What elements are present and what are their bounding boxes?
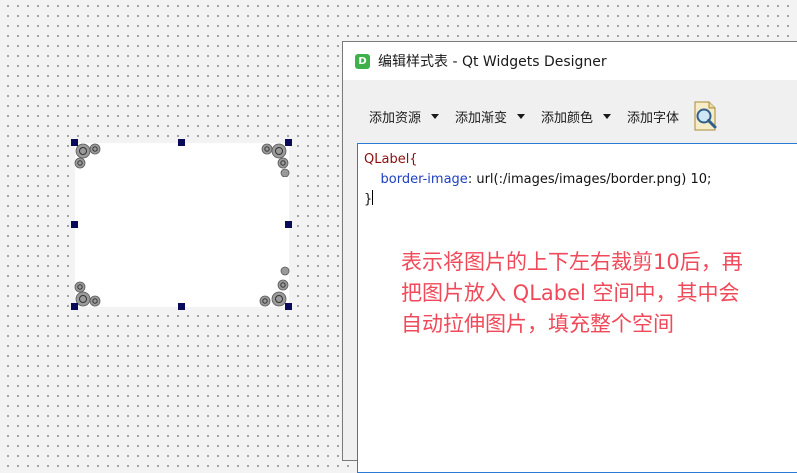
font-magnifier-icon[interactable] (689, 100, 721, 132)
add-gradient-label: 添加渐变 (455, 110, 508, 126)
annotation-line-2: 把图片放入 QLabel 空间中，其中会 (401, 281, 740, 305)
add-font-button[interactable]: 添加字体 (611, 101, 679, 131)
code-property: border-image (380, 172, 468, 187)
dialog-title: 编辑样式表 - Qt Widgets Designer (378, 54, 607, 70)
code-value: : url(:/images/images/border.png) 10; (467, 172, 712, 187)
chevron-down-icon[interactable] (431, 113, 440, 119)
designer-app-icon: D (355, 53, 370, 69)
annotation-line-1: 表示将图片的上下左右裁剪10后，再 (401, 250, 743, 274)
resize-handle-right[interactable] (285, 221, 292, 228)
add-resource-label: 添加资源 (369, 110, 422, 126)
add-resource-button[interactable]: 添加资源 (343, 101, 440, 131)
resize-handle-bottom-left[interactable] (71, 303, 78, 310)
add-color-button[interactable]: 添加颜色 (525, 101, 612, 131)
stylesheet-toolbar: 添加资源 添加渐变 添加颜色 添加字体 (343, 96, 797, 136)
text-cursor (372, 190, 374, 205)
dialog-titlebar[interactable]: D 编辑样式表 - Qt Widgets Designer (343, 42, 797, 80)
chevron-down-icon[interactable] (517, 113, 526, 119)
chevron-down-icon[interactable] (603, 113, 612, 119)
border-ornament-bottom-right (259, 266, 290, 307)
code-selector: QLabel{ (364, 152, 418, 167)
resize-handle-bottom[interactable] (178, 303, 185, 310)
resize-handle-top-right[interactable] (285, 139, 292, 146)
resize-handle-left[interactable] (71, 221, 78, 228)
annotation-note: 表示将图片的上下左右裁剪10后，再 把图片放入 QLabel 空间中，其中会 自… (401, 247, 796, 340)
add-color-label: 添加颜色 (541, 110, 594, 126)
add-gradient-button[interactable]: 添加渐变 (439, 101, 526, 131)
qlabel-preview[interactable] (74, 143, 290, 307)
resize-handle-top-left[interactable] (71, 139, 78, 146)
code-closing-brace: } (364, 192, 373, 207)
stylesheet-code: QLabel{ border-image: url(:/images/image… (364, 150, 711, 210)
add-font-label: 添加字体 (627, 110, 680, 126)
resize-handle-bottom-right[interactable] (285, 303, 292, 310)
border-ornament-top-right (261, 143, 290, 177)
resize-handle-top[interactable] (178, 139, 185, 146)
annotation-line-3: 自动拉伸图片，填充整个空间 (401, 312, 674, 336)
